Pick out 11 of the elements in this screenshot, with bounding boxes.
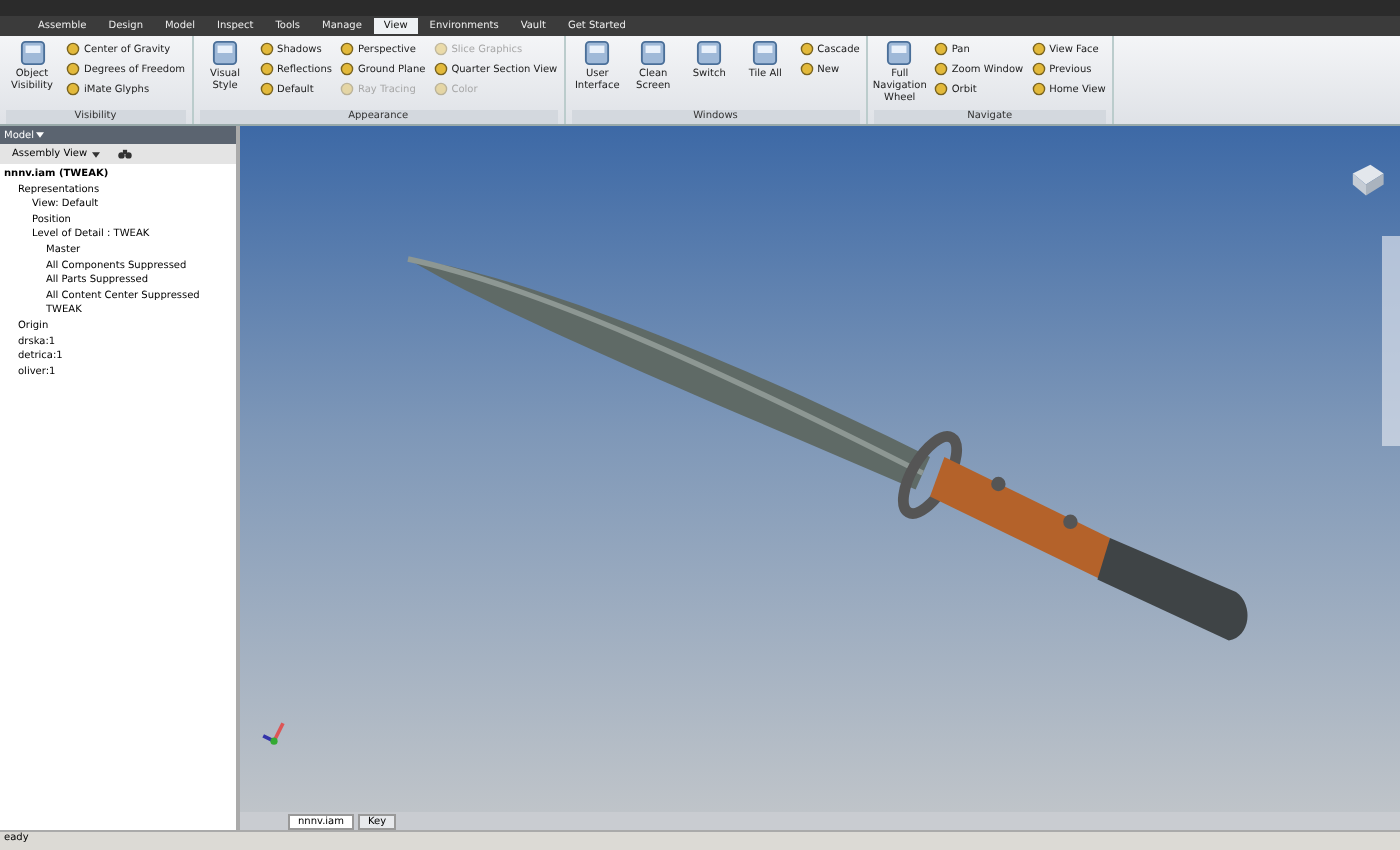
tool-icon — [212, 40, 239, 66]
tool-icon — [886, 40, 913, 66]
caret-icon[interactable] — [91, 151, 100, 157]
tool-icon — [696, 40, 723, 66]
tool-icon — [19, 40, 45, 66]
tool-icon — [752, 40, 779, 66]
tool-icon — [584, 40, 611, 66]
viewport[interactable] — [240, 126, 1400, 812]
tool-icon — [640, 40, 667, 66]
caret-icon[interactable] — [36, 132, 45, 138]
binoculars-icon[interactable] — [117, 148, 132, 160]
